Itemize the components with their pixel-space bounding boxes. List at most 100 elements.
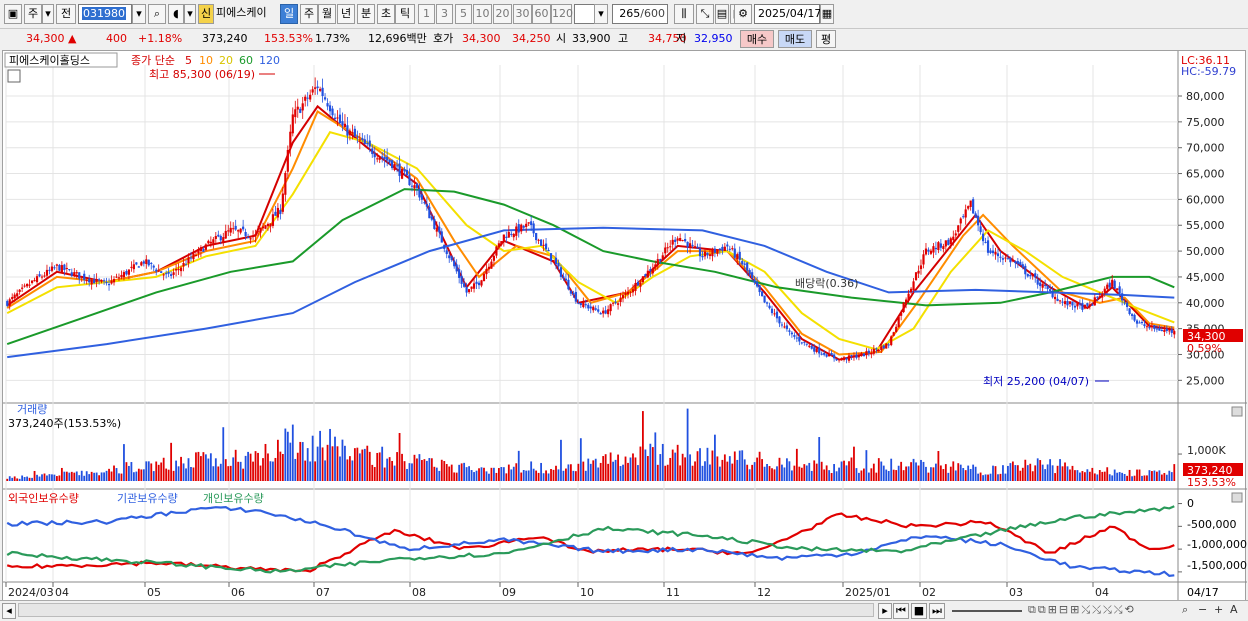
candle-body bbox=[661, 255, 664, 260]
interval-60[interactable]: 60 bbox=[532, 4, 551, 24]
tools-icon[interactable]: ⧉⧉⊞⊟⊞⤯⤯⤯⤯⟲ bbox=[1028, 603, 1178, 617]
interval-10[interactable]: 10 bbox=[473, 4, 492, 24]
scroll-track[interactable] bbox=[18, 603, 874, 617]
prev-button[interactable]: 전 bbox=[56, 4, 76, 24]
chart-area[interactable]: 80,000 75,000 70,000 65,000 60,000 55,000 50,0… bbox=[2, 50, 1247, 602]
zoom-out-icon[interactable]: − bbox=[1198, 603, 1207, 616]
volume-bar bbox=[535, 470, 538, 481]
volume-bar bbox=[493, 467, 495, 481]
volume-bar bbox=[1123, 473, 1126, 481]
scroll-left-icon[interactable]: ◂ bbox=[2, 603, 16, 619]
period-year[interactable]: 년 bbox=[337, 4, 355, 24]
interval-dropdown-icon[interactable]: ▾ bbox=[594, 4, 608, 24]
interval-30[interactable]: 30 bbox=[513, 4, 532, 24]
indicator-icon[interactable]: ▤ bbox=[715, 4, 729, 24]
interval-120[interactable]: 120 bbox=[551, 4, 573, 24]
volume-bar bbox=[366, 445, 369, 481]
volume-bar bbox=[731, 463, 734, 481]
type-dropdown-icon[interactable]: ▾ bbox=[42, 4, 54, 24]
holding-lines bbox=[6, 505, 1175, 577]
date-input[interactable]: 2025/04/17 bbox=[754, 4, 821, 24]
candle-body bbox=[974, 213, 977, 218]
candle-body bbox=[994, 251, 997, 255]
candle-body bbox=[626, 291, 630, 295]
interval-3[interactable]: 3 bbox=[436, 4, 453, 24]
candle-body bbox=[135, 262, 138, 265]
candle-body bbox=[716, 250, 719, 254]
volume-bar bbox=[925, 466, 927, 481]
period-tick[interactable]: 틱 bbox=[395, 4, 415, 24]
buy-button[interactable]: 매수 bbox=[740, 30, 774, 48]
eval-button[interactable]: 평 bbox=[816, 30, 836, 48]
chart-type-icon[interactable]: ⫼ bbox=[674, 4, 694, 24]
scroll-right-icon[interactable]: ▸ bbox=[878, 603, 892, 619]
volume-bar bbox=[517, 450, 520, 481]
zoom-slider[interactable] bbox=[952, 610, 1022, 612]
interval-5[interactable]: 5 bbox=[455, 4, 472, 24]
holding-panel-button[interactable] bbox=[1231, 492, 1243, 503]
volume-bar bbox=[41, 474, 43, 481]
volume-bar bbox=[125, 462, 128, 481]
candle-body bbox=[271, 214, 275, 226]
period-second[interactable]: 초 bbox=[377, 4, 395, 24]
volume-bar bbox=[316, 446, 319, 481]
layout-icon[interactable]: ▣ bbox=[4, 4, 22, 24]
y-tick-label: 65,000 bbox=[1186, 168, 1225, 181]
volume-bar bbox=[751, 464, 754, 481]
volume-bar bbox=[746, 464, 749, 481]
volume-bar bbox=[527, 470, 530, 481]
candle-body bbox=[1021, 264, 1024, 268]
stop-icon[interactable]: ■ bbox=[911, 603, 927, 619]
interval-1[interactable]: 1 bbox=[418, 4, 435, 24]
volume-bar bbox=[741, 450, 744, 481]
candle-body bbox=[962, 216, 965, 218]
new-button[interactable]: 신 bbox=[198, 4, 214, 24]
holding-axis-0: 0 bbox=[1187, 497, 1194, 510]
candle-body bbox=[165, 273, 168, 275]
code-input[interactable]: 031980 bbox=[78, 4, 132, 24]
magnify-icon[interactable]: ⌕ bbox=[1182, 603, 1188, 617]
candle-body bbox=[612, 302, 615, 304]
institution-label: 기관보유수량 bbox=[117, 492, 178, 505]
candle-body bbox=[914, 272, 918, 281]
gear-icon[interactable]: ⚙ bbox=[734, 4, 752, 24]
candle-body bbox=[38, 274, 41, 277]
table-toggle-icon[interactable] bbox=[7, 69, 21, 83]
sound-icon[interactable]: ◖ bbox=[168, 4, 184, 24]
period-month[interactable]: 월 bbox=[318, 4, 336, 24]
calendar-icon[interactable]: ▦ bbox=[820, 4, 834, 24]
chart-svg[interactable]: 80,000 75,000 70,000 65,000 60,000 55,000 50,0… bbox=[3, 51, 1247, 602]
volume-panel-button[interactable] bbox=[1231, 406, 1243, 417]
zoom-in-icon[interactable]: + bbox=[1214, 603, 1223, 616]
candle-body bbox=[448, 255, 451, 259]
x-tick-label: 2025/01 bbox=[845, 586, 891, 599]
type-button[interactable]: 주 bbox=[24, 4, 42, 24]
candle-body bbox=[569, 290, 572, 294]
candle-body bbox=[1160, 330, 1163, 332]
interval-20[interactable]: 20 bbox=[493, 4, 512, 24]
volume-bar bbox=[428, 458, 431, 481]
volume-bar bbox=[1116, 472, 1119, 481]
last-icon[interactable]: ⏭ bbox=[929, 603, 945, 619]
sell-button[interactable]: 매도 bbox=[778, 30, 812, 48]
period-week[interactable]: 주 bbox=[300, 4, 318, 24]
candle-body bbox=[286, 149, 289, 172]
candle-body bbox=[438, 226, 441, 233]
candle-body bbox=[276, 207, 279, 218]
code-dropdown-icon[interactable]: ▾ bbox=[132, 4, 146, 24]
first-icon[interactable]: ⏮ bbox=[893, 603, 909, 619]
period-day[interactable]: 일 bbox=[280, 4, 298, 24]
volume-bar bbox=[574, 471, 577, 481]
volume-bar bbox=[547, 473, 550, 481]
font-size-icon[interactable]: A bbox=[1230, 603, 1238, 616]
volume-bar bbox=[455, 472, 458, 481]
sound-dropdown-icon[interactable]: ▾ bbox=[184, 4, 196, 24]
price-change: 400 bbox=[106, 32, 127, 45]
volume-bar bbox=[935, 463, 937, 481]
draw-line-icon[interactable]: ⤡ bbox=[696, 4, 714, 24]
candle-body bbox=[949, 238, 952, 245]
candle-body bbox=[495, 246, 498, 256]
period-minute[interactable]: 분 bbox=[357, 4, 375, 24]
count-input[interactable]: 265/600 bbox=[612, 4, 668, 24]
search-icon[interactable]: ⌕ bbox=[148, 4, 166, 24]
